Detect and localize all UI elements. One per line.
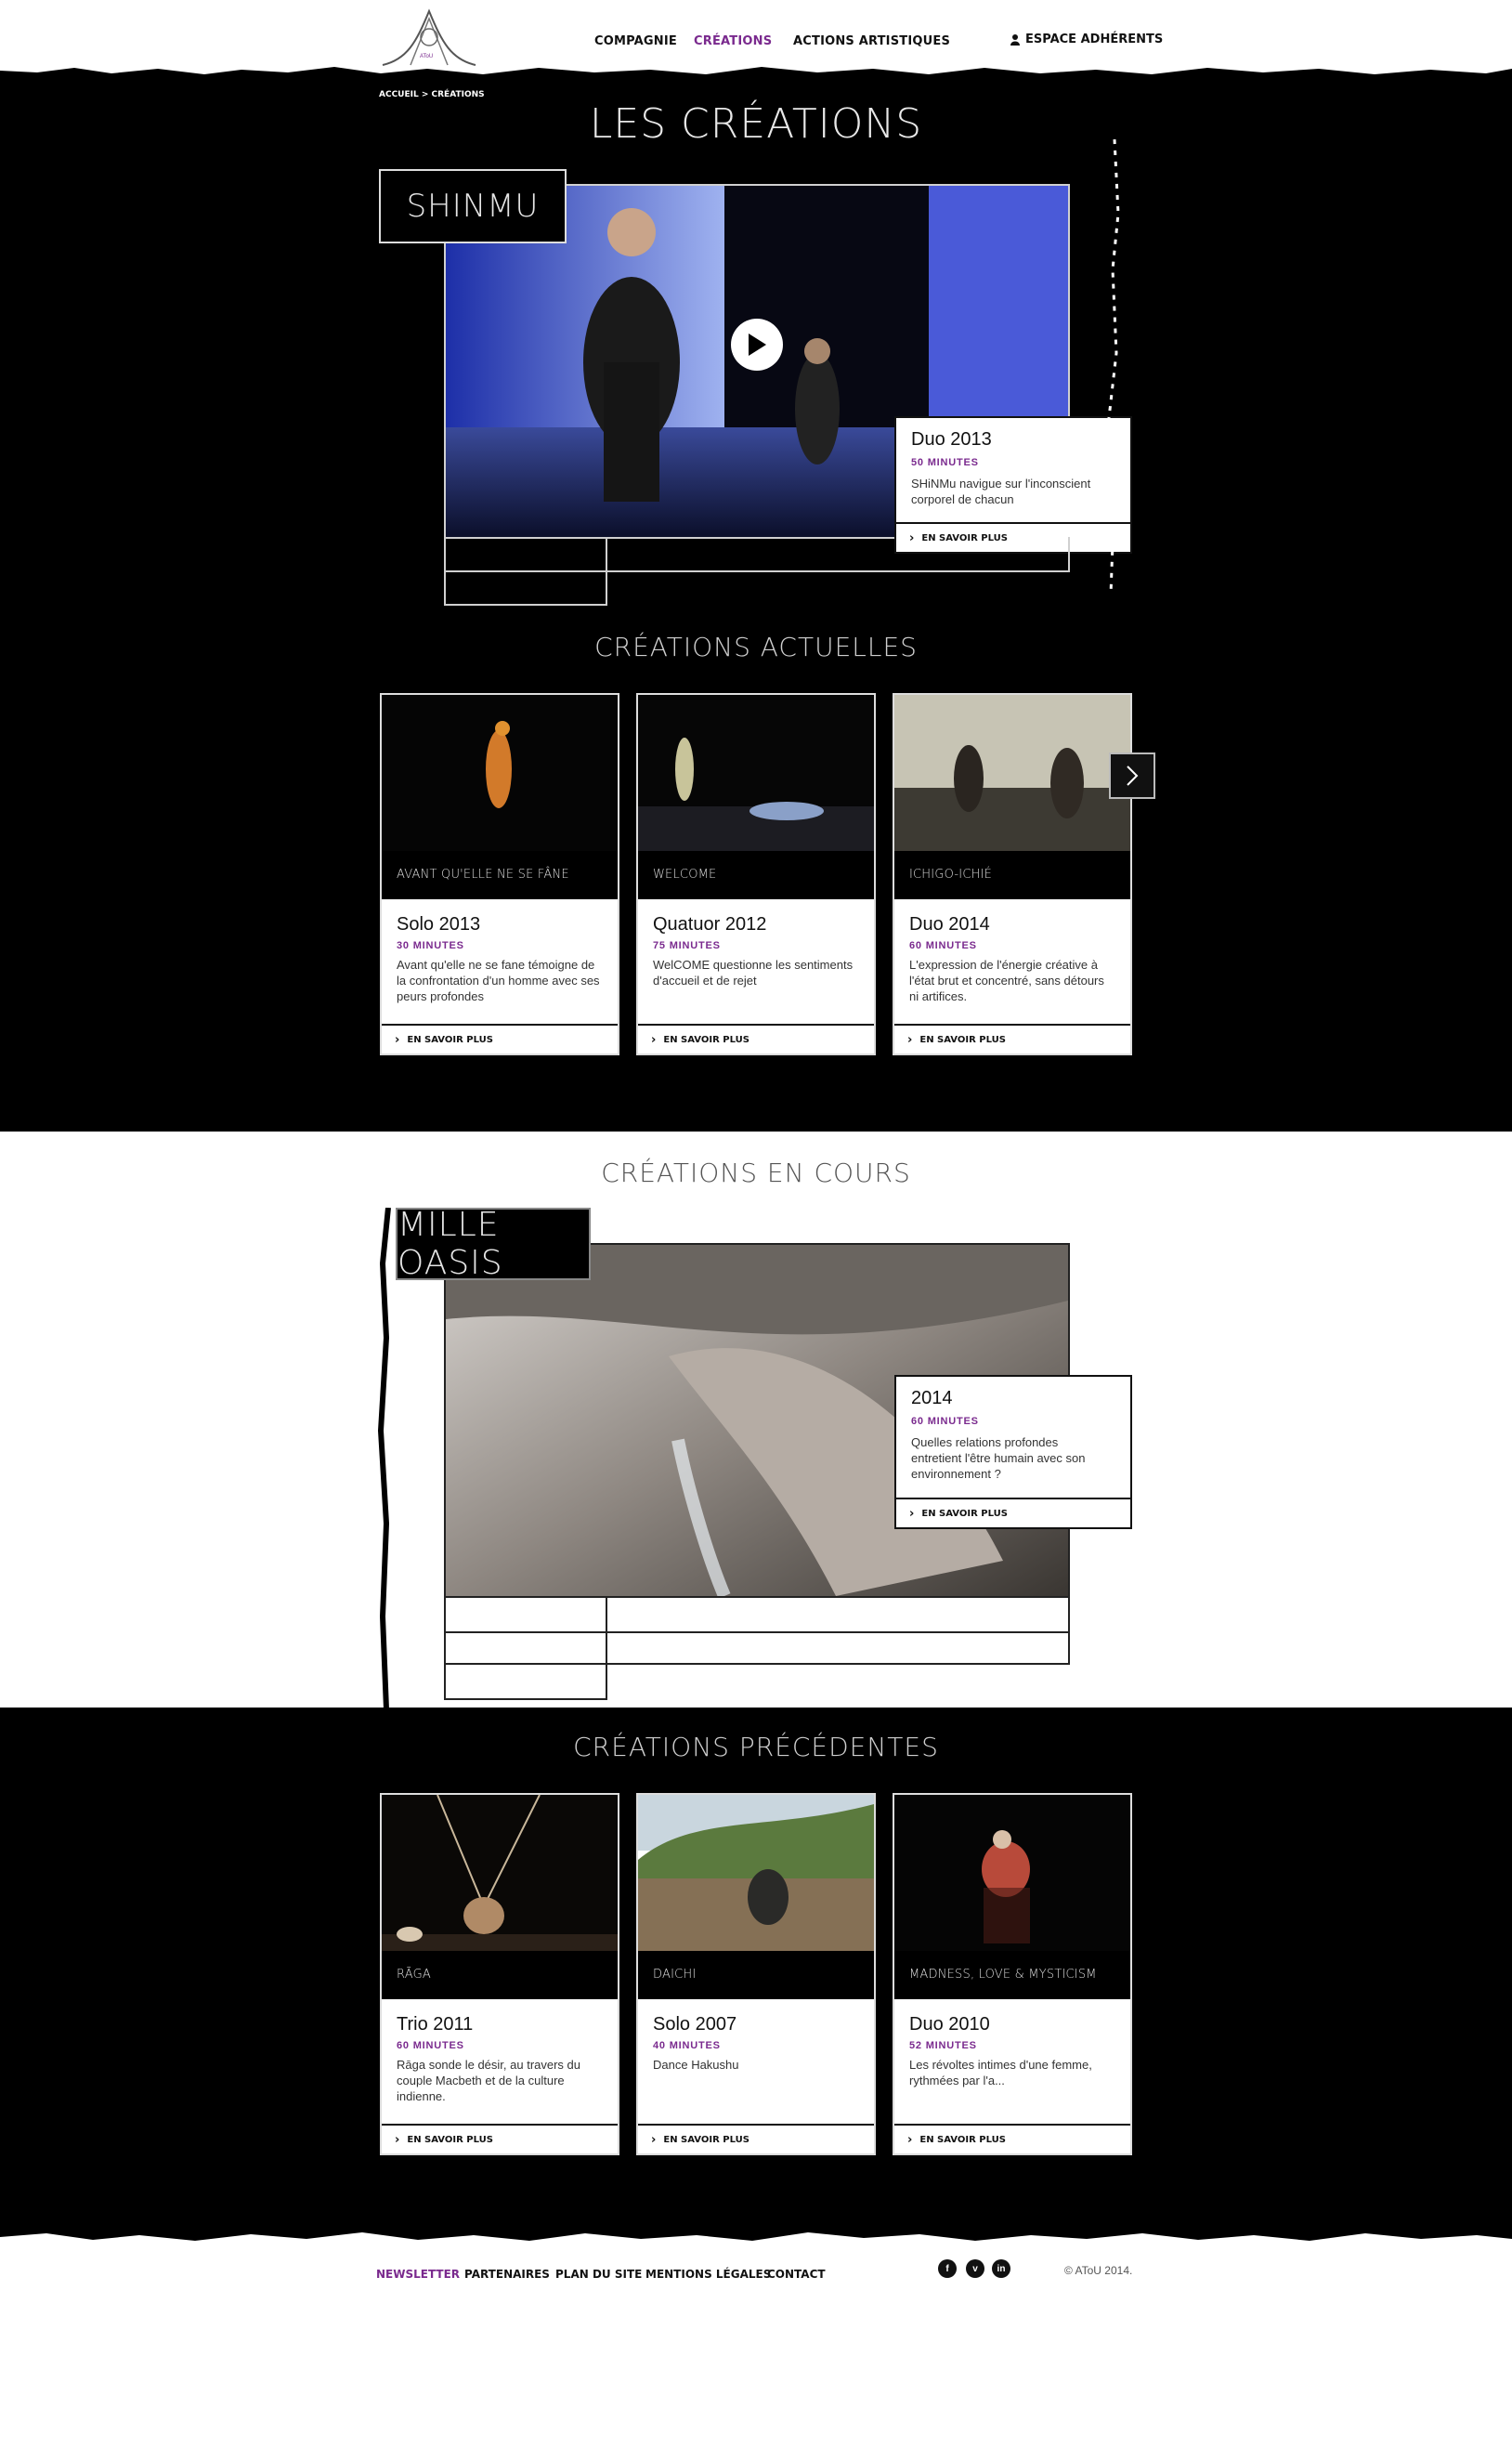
facebook-icon[interactable]: f: [938, 2259, 957, 2278]
current-card-2-title: Quatuor 2012: [653, 914, 767, 935]
page-title: LES CRÉATIONS: [589, 100, 923, 148]
previous-card-1[interactable]: RĀGA Trio 2011 60 MINUTES Rāga sonde le …: [380, 1793, 619, 2155]
in-progress-tab-box: [444, 1596, 607, 1700]
chevron-right-icon: ›: [395, 1032, 400, 1047]
footer-newsletter[interactable]: NEWSLETTER: [376, 2268, 460, 2281]
current-card-1-more[interactable]: › EN SAVOIR PLUS: [382, 1024, 618, 1053]
previous-card-3-title: Duo 2010: [909, 2014, 990, 2035]
footer-contact[interactable]: CONTACT: [767, 2268, 826, 2281]
previous-card-3[interactable]: MADNESS, LOVE & MYSTICISM Duo 2010 52 MI…: [893, 1793, 1132, 2155]
member-area-label: ESPACE ADHÉRENTS: [1025, 33, 1164, 46]
chevron-right-icon: ›: [909, 1506, 915, 1521]
in-progress-more-link[interactable]: › EN SAVOIR PLUS: [896, 1498, 1130, 1527]
featured-card-title: Duo 2013: [911, 429, 992, 450]
more-label: EN SAVOIR PLUS: [921, 1508, 1008, 1519]
carousel-next-button[interactable]: [1109, 752, 1155, 799]
current-card-2-duration: 75 MINUTES: [653, 940, 721, 951]
more-label: EN SAVOIR PLUS: [407, 2134, 493, 2145]
previous-card-1-more[interactable]: › EN SAVOIR PLUS: [382, 2124, 618, 2153]
torn-edge-top: [0, 67, 1512, 84]
user-icon: [1010, 33, 1020, 46]
previous-card-3-more[interactable]: › EN SAVOIR PLUS: [894, 2124, 1130, 2153]
breadcrumb: ACCUEIL > CRÉATIONS: [379, 90, 485, 99]
previous-card-1-title: Trio 2011: [397, 2014, 474, 2035]
footer-mentions-legales[interactable]: MENTIONS LÉGALES: [645, 2268, 771, 2281]
previous-card-1-caption: RĀGA: [397, 1968, 431, 1982]
current-card-2-text: WelCOME questionne les sentiments d'accu…: [653, 958, 854, 988]
previous-card-2[interactable]: DAICHI Solo 2007 40 MINUTES Dance Hakush…: [636, 1793, 876, 2155]
current-card-1-duration: 30 MINUTES: [397, 940, 464, 951]
current-card-2[interactable]: WELCOME Quatuor 2012 75 MINUTES WelCOME …: [636, 693, 876, 1055]
previous-card-1-duration: 60 MINUTES: [397, 2040, 464, 2051]
chevron-right-icon: ›: [907, 1032, 913, 1047]
previous-card-1-text: Rāga sonde le désir, au travers du coupl…: [397, 2058, 581, 2103]
previous-card-3-duration: 52 MINUTES: [909, 2040, 977, 2051]
in-progress-card-duration: 60 MINUTES: [911, 1416, 979, 1427]
current-card-1[interactable]: AVANT QU'ELLE NE SE FÂNE Solo 2013 30 MI…: [380, 693, 619, 1055]
in-progress-title: MILLE OASIS: [396, 1206, 591, 1282]
current-card-2-caption: WELCOME: [653, 868, 717, 882]
current-card-1-title: Solo 2013: [397, 914, 481, 935]
chevron-right-icon: ›: [651, 2132, 657, 2147]
current-card-1-text: Avant qu'elle ne se fane témoigne de la …: [397, 958, 600, 1003]
current-card-3-caption: ICHIGO-ICHIÉ: [909, 868, 993, 882]
member-area-link[interactable]: ESPACE ADHÉRENTS: [1010, 33, 1163, 46]
previous-card-2-more[interactable]: › EN SAVOIR PLUS: [638, 2124, 874, 2153]
in-progress-info-card: 2014 60 MINUTES Quelles relations profon…: [894, 1375, 1132, 1529]
previous-card-2-title: Solo 2007: [653, 2014, 737, 2035]
current-card-3-text: L'expression de l'énergie créative à l'é…: [909, 958, 1104, 1003]
copyright: © AToU 2014.: [1064, 2264, 1133, 2277]
linkedin-icon[interactable]: in: [992, 2259, 1010, 2278]
nav-actions-artistiques[interactable]: ACTIONS ARTISTIQUES: [793, 34, 950, 48]
current-card-3[interactable]: ICHIGO-ICHIÉ Duo 2014 60 MINUTES L'expre…: [893, 693, 1132, 1055]
play-icon: [749, 334, 766, 356]
current-card-1-caption: AVANT QU'ELLE NE SE FÂNE: [397, 868, 569, 882]
current-card-2-more[interactable]: › EN SAVOIR PLUS: [638, 1024, 874, 1053]
previous-heading: CRÉATIONS PRÉCÉDENTES: [573, 1732, 939, 1762]
previous-card-2-caption: DAICHI: [653, 1968, 697, 1982]
chevron-right-icon: ›: [651, 1032, 657, 1047]
in-progress-card-title: 2014: [911, 1388, 953, 1408]
brush-stroke-left: [377, 1208, 391, 1709]
previous-card-3-caption: MADNESS, LOVE & MYSTICISM: [909, 1968, 1097, 1982]
chevron-right-icon: ›: [395, 2132, 400, 2147]
featured-card-duration: 50 MINUTES: [911, 457, 979, 468]
torn-edge-bottom: [0, 2224, 1512, 2241]
play-button[interactable]: [731, 319, 783, 371]
nav-compagnie[interactable]: COMPAGNIE: [594, 34, 677, 48]
featured-title: SHINMU: [379, 169, 567, 243]
featured-tab-box: [444, 537, 607, 606]
more-label: EN SAVOIR PLUS: [663, 1034, 749, 1045]
footer-partenaires[interactable]: PARTENAIRES: [464, 2268, 550, 2281]
current-card-3-duration: 60 MINUTES: [909, 940, 977, 951]
more-label: EN SAVOIR PLUS: [407, 1034, 493, 1045]
more-label: EN SAVOIR PLUS: [919, 2134, 1006, 2145]
previous-card-2-text: Dance Hakushu: [653, 2058, 739, 2072]
previous-card-2-duration: 40 MINUTES: [653, 2040, 721, 2051]
more-label: EN SAVOIR PLUS: [919, 1034, 1006, 1045]
chevron-right-icon: ›: [907, 2132, 913, 2147]
chevron-right-icon: [1127, 766, 1139, 786]
in-progress-heading: CRÉATIONS EN COURS: [601, 1158, 911, 1188]
featured-card-text: SHiNMu navigue sur l'inconscient corpore…: [911, 477, 1091, 506]
vimeo-icon[interactable]: v: [966, 2259, 984, 2278]
brush-stroke-decoration: [1107, 139, 1120, 595]
in-progress-card-text: Quelles relations profondes entretient l…: [911, 1435, 1086, 1481]
previous-card-3-text: Les révoltes intimes d'une femme, rythmé…: [909, 2058, 1092, 2087]
current-card-3-more[interactable]: › EN SAVOIR PLUS: [894, 1024, 1130, 1053]
nav-creations[interactable]: CRÉATIONS: [694, 34, 772, 48]
footer-plan-du-site[interactable]: PLAN DU SITE: [555, 2268, 642, 2281]
more-label: EN SAVOIR PLUS: [663, 2134, 749, 2145]
current-card-3-title: Duo 2014: [909, 914, 990, 935]
current-heading: CRÉATIONS ACTUELLES: [594, 632, 918, 662]
